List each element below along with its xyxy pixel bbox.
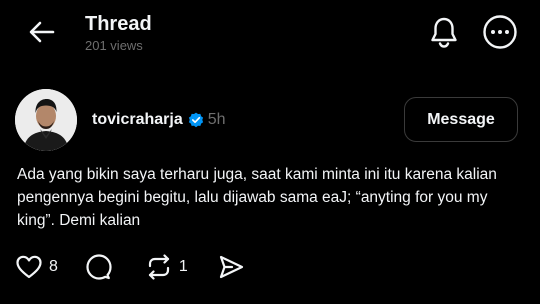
- comment-icon: [86, 254, 112, 280]
- repost-icon: [146, 254, 172, 280]
- post-action-bar: 8 1: [16, 252, 244, 282]
- post-body-text: Ada yang bikin saya terharu juga, saat k…: [17, 166, 497, 229]
- thread-header: Thread 201 views: [0, 0, 540, 70]
- like-count: 8: [49, 258, 58, 275]
- arrow-left-icon: [29, 21, 55, 48]
- post-author-row: tovicraharja 5h: [92, 109, 226, 131]
- message-button[interactable]: Message: [404, 97, 518, 142]
- more-options-button[interactable]: [480, 14, 520, 54]
- repost-count: 1: [178, 258, 188, 275]
- bell-icon: [429, 16, 459, 53]
- more-horizontal-icon: [482, 14, 518, 55]
- post-timestamp: 5h: [207, 111, 226, 128]
- heart-icon: [16, 255, 42, 279]
- avatar-photo: [15, 89, 77, 151]
- share-button[interactable]: [218, 254, 244, 280]
- author-avatar[interactable]: [15, 89, 77, 151]
- page-title: Thread: [85, 13, 152, 35]
- repost-button[interactable]: 1: [146, 254, 188, 280]
- send-icon: [218, 254, 244, 280]
- reply-button[interactable]: [86, 254, 112, 280]
- title-block: Thread 201 views: [85, 12, 152, 54]
- back-button[interactable]: [26, 18, 58, 50]
- notifications-button[interactable]: [424, 14, 464, 54]
- verified-badge-icon: [188, 112, 204, 128]
- like-button[interactable]: 8: [16, 255, 58, 279]
- view-count: 201 views: [85, 38, 143, 53]
- author-username[interactable]: tovicraharja: [92, 111, 183, 129]
